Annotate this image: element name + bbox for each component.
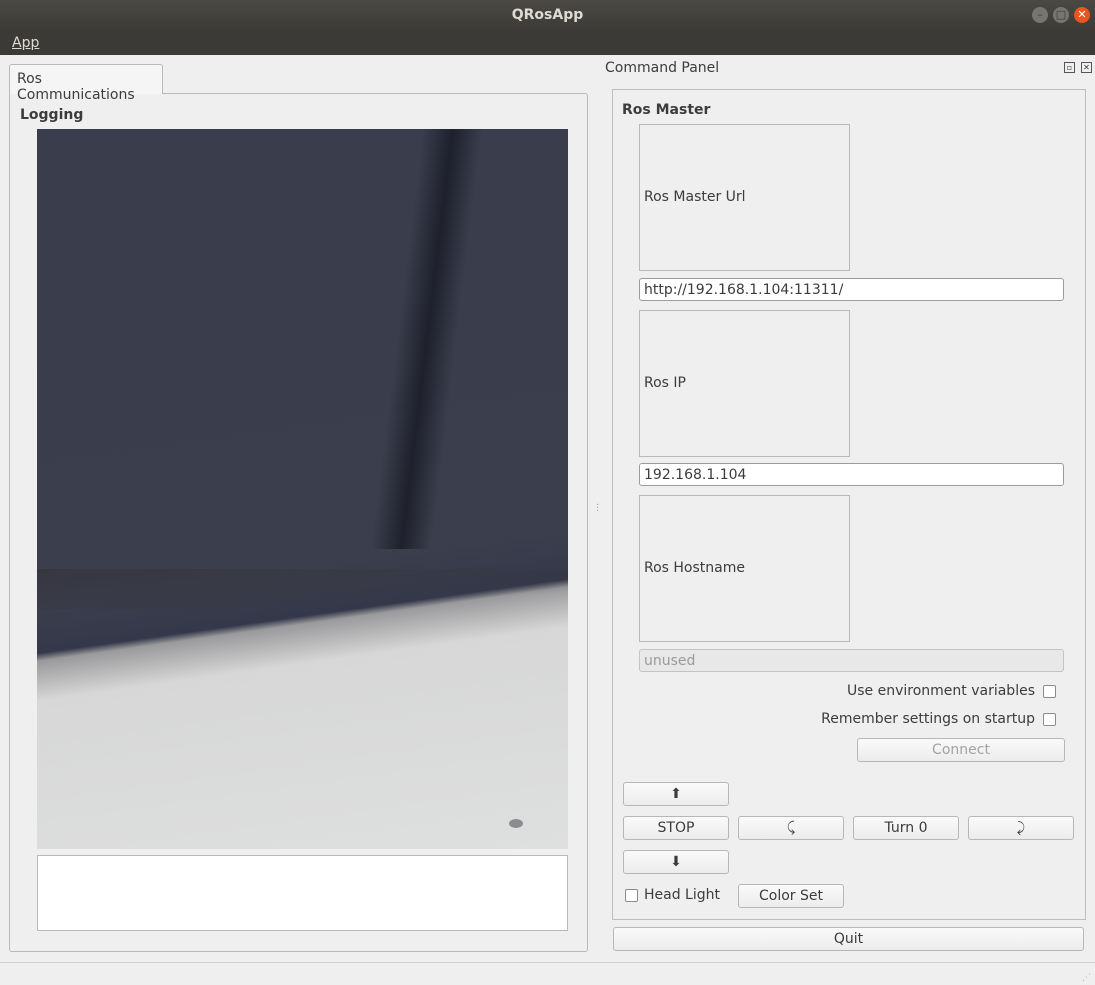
dock-title: Command Panel: [605, 60, 720, 76]
camera-image-edge: [37, 569, 568, 609]
maximize-icon[interactable]: □: [1053, 7, 1069, 23]
tab-label: Ros Communications: [17, 71, 135, 103]
camera-view: [37, 129, 568, 849]
dock-close-icon[interactable]: ✕: [1081, 62, 1092, 73]
turn-right-button[interactable]: ⤸: [968, 816, 1074, 840]
head-light-checkbox[interactable]: [625, 888, 638, 902]
remember-row[interactable]: Remember settings on startup: [821, 711, 1064, 729]
resize-grip-icon[interactable]: ⋰: [1082, 973, 1091, 983]
master-url-input[interactable]: [639, 278, 1064, 301]
forward-button[interactable]: ⬆: [623, 782, 729, 806]
quit-button[interactable]: Quit: [613, 927, 1084, 951]
connect-button[interactable]: Connect: [857, 738, 1065, 762]
minimize-icon[interactable]: –: [1032, 7, 1048, 23]
ip-input[interactable]: [639, 463, 1064, 486]
remember-checkbox[interactable]: [1043, 712, 1056, 726]
hostname-input[interactable]: [639, 649, 1064, 672]
remember-label: Remember settings on startup: [821, 711, 1035, 727]
master-url-label-box: Ros Master Url: [639, 124, 850, 271]
window-title: QRosApp: [511, 7, 584, 23]
camera-image-spot: [509, 819, 523, 828]
logging-title: Logging: [20, 107, 84, 123]
title-bar: QRosApp – □ ✕: [0, 0, 1095, 33]
use-env-label: Use environment variables: [847, 683, 1035, 699]
splitter-handle[interactable]: · · ·: [596, 501, 599, 517]
close-icon[interactable]: ✕: [1074, 7, 1090, 23]
hostname-label-box: Ros Hostname: [639, 495, 850, 642]
ip-label-box: Ros IP: [639, 310, 850, 457]
turn-value-button[interactable]: Turn 0: [853, 816, 959, 840]
status-bar: ⋰: [0, 962, 1095, 985]
hostname-label: Ros Hostname: [644, 560, 745, 576]
stop-button[interactable]: STOP: [623, 816, 729, 840]
log-list[interactable]: [37, 855, 568, 931]
float-icon[interactable]: ▫: [1064, 62, 1075, 73]
ros-master-title: Ros Master: [622, 102, 711, 118]
head-light-label: Head Light: [644, 887, 720, 903]
backward-button[interactable]: ⬇: [623, 850, 729, 874]
master-url-label: Ros Master Url: [644, 189, 746, 205]
menu-bar: App: [0, 33, 1095, 55]
tab-ros-communications[interactable]: Ros Communications: [9, 64, 163, 103]
menu-app[interactable]: App: [12, 35, 39, 51]
ip-label: Ros IP: [644, 375, 686, 391]
color-set-button[interactable]: Color Set: [738, 884, 844, 908]
use-env-checkbox[interactable]: [1043, 684, 1056, 698]
head-light-row[interactable]: Head Light: [625, 887, 720, 903]
camera-image-shadow: [371, 129, 483, 549]
use-env-row[interactable]: Use environment variables: [847, 683, 1064, 701]
turn-left-button[interactable]: ⤹: [738, 816, 844, 840]
